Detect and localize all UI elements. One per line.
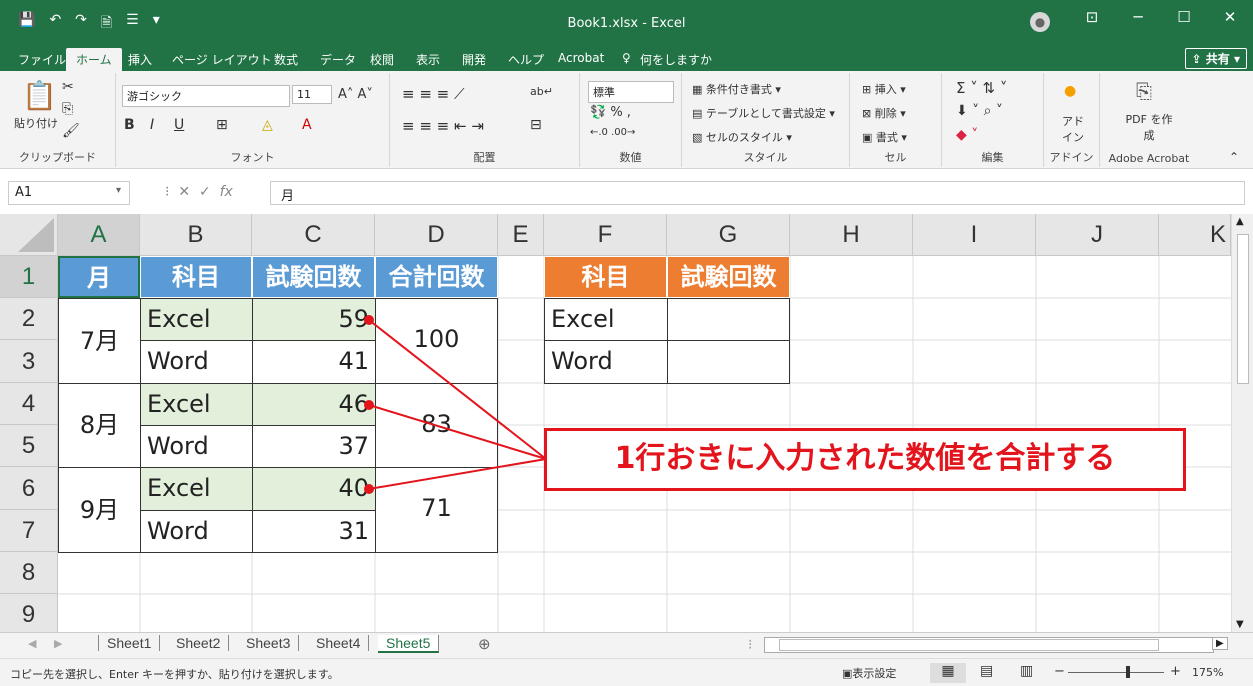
normal-view-icon[interactable]: ▦: [930, 663, 966, 683]
scroll-down-icon[interactable]: ▼: [1236, 619, 1244, 630]
sheet-tab-bar: ◀ ▶ Sheet1 Sheet2 Sheet3 Sheet4 Sheet5 ⊕…: [0, 632, 1253, 658]
h-scroll-thumb[interactable]: [779, 639, 1159, 651]
zoom-slider-thumb[interactable]: [1126, 666, 1130, 678]
zoom-in-icon[interactable]: +: [1170, 664, 1181, 679]
status-message: コピー先を選択し、Enter キーを押すか、貼り付けを選択します。: [10, 668, 339, 681]
annotation-arrows: [364, 315, 547, 494]
scroll-thumb[interactable]: [1237, 234, 1249, 384]
zoom-level[interactable]: 175%: [1192, 666, 1223, 679]
horizontal-scrollbar[interactable]: [764, 637, 1214, 653]
sheet-nav-next-icon[interactable]: ▶: [54, 637, 62, 650]
zoom-slider[interactable]: [1068, 666, 1164, 678]
sheet-tab-2[interactable]: Sheet2: [168, 635, 230, 651]
sheet-tab-3[interactable]: Sheet3: [238, 635, 300, 651]
sheet-tab-1[interactable]: Sheet1: [98, 635, 161, 651]
split-handle-icon[interactable]: ⁝: [748, 636, 752, 653]
page-break-view-icon[interactable]: ▥: [1020, 663, 1033, 679]
sheet-tab-4[interactable]: Sheet4: [308, 635, 370, 651]
h-scroll-right-icon[interactable]: ▶: [1212, 637, 1228, 650]
annotation-callout: 1行おきに入力された数値を合計する: [544, 428, 1186, 491]
sheet-tab-5[interactable]: Sheet5: [378, 635, 440, 653]
display-settings-label: 表示設定: [852, 667, 897, 680]
zoom-out-icon[interactable]: −: [1054, 664, 1065, 679]
sheet-nav-prev-icon[interactable]: ◀: [28, 637, 36, 650]
vertical-scrollbar[interactable]: ▲ ▼: [1231, 214, 1253, 632]
add-sheet-icon[interactable]: ⊕: [478, 635, 491, 653]
scroll-up-icon[interactable]: ▲: [1236, 216, 1244, 227]
page-layout-view-icon[interactable]: ▤: [980, 663, 993, 679]
status-bar: コピー先を選択し、Enter キーを押すか、貼り付けを選択します。 ▣表示設定 …: [0, 658, 1253, 686]
display-settings-button[interactable]: ▣表示設定: [842, 665, 896, 681]
